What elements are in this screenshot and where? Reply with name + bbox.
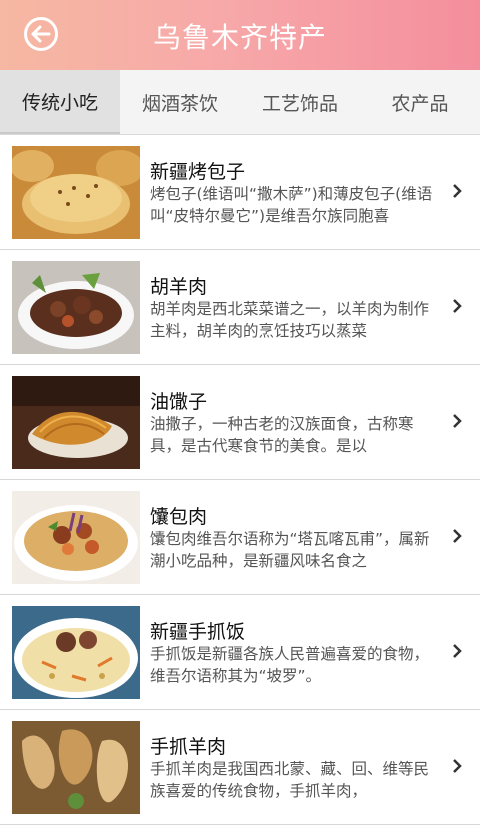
category-tabs: 传统小吃 烟酒茶饮 工艺饰品 农产品: [0, 70, 480, 135]
list-item[interactable]: 馕包肉 馕包肉维吾尔语称为“塔瓦喀瓦甫”，属新潮小吃品种，是新疆风味名食之: [0, 480, 480, 595]
tab-handicrafts[interactable]: 工艺饰品: [240, 70, 360, 134]
title-bar: 乌鲁木齐特产: [0, 0, 480, 70]
item-description: 烤包子(维语叫“撒木萨”)和薄皮包子(维语叫“皮特尔曼它”)是维吾尔族同胞喜: [150, 185, 433, 225]
list-item[interactable]: 新疆烤包子 烤包子(维语叫“撒木萨”)和薄皮包子(维语叫“皮特尔曼它”)是维吾尔…: [0, 135, 480, 250]
pilaf-thumbnail: [12, 606, 140, 699]
chevron-right-icon: [453, 299, 462, 313]
item-title: 油馓子: [150, 391, 208, 413]
mutton-dish-thumbnail: [12, 261, 140, 354]
list-item[interactable]: 新疆手抓饭 手抓饭是新疆各族人民普遍喜爱的食物，维吾尔语称其为“坡罗”。: [0, 595, 480, 710]
page-title: 乌鲁木齐特产: [152, 21, 327, 54]
chevron-right-icon: [453, 644, 462, 658]
fried-dough-thumbnail: [12, 376, 140, 469]
item-description: 油撒子，一种古老的汉族面食，古称寒具，是古代寒食节的美食。是以: [150, 415, 414, 455]
item-title: 新疆烤包子: [150, 161, 246, 183]
tab-traditional-snacks[interactable]: 传统小吃: [0, 70, 120, 134]
item-description: 手抓饭是新疆各族人民普遍喜爱的食物，维吾尔语称其为“坡罗”。: [150, 645, 430, 685]
chevron-right-icon: [453, 759, 462, 773]
product-list: 新疆烤包子 烤包子(维语叫“撒木萨”)和薄皮包子(维语叫“皮特尔曼它”)是维吾尔…: [0, 135, 480, 825]
naan-meat-thumbnail: [12, 491, 140, 584]
item-title: 胡羊肉: [150, 276, 208, 298]
item-description: 手抓羊肉是我国西北蒙、藏、回、维等民族喜爱的传统食物，手抓羊肉，: [150, 760, 430, 800]
chevron-right-icon: [453, 529, 462, 543]
list-item[interactable]: 胡羊肉 胡羊肉是西北菜菜谱之一，以羊肉为制作主料，胡羊肉的烹饪技巧以蒸菜: [0, 250, 480, 365]
hand-mutton-thumbnail: [12, 721, 140, 814]
item-description: 胡羊肉是西北菜菜谱之一，以羊肉为制作主料，胡羊肉的烹饪技巧以蒸菜: [150, 300, 430, 340]
item-title: 手抓羊肉: [150, 736, 227, 758]
item-title: 馕包肉: [150, 506, 208, 528]
chevron-right-icon: [453, 184, 462, 198]
chevron-right-icon: [453, 414, 462, 428]
item-title: 新疆手抓饭: [150, 621, 246, 643]
tab-tobacco-wine-tea[interactable]: 烟酒茶饮: [120, 70, 240, 134]
baked-bun-thumbnail: [12, 146, 140, 239]
item-description: 馕包肉维吾尔语称为“塔瓦喀瓦甫”，属新潮小吃品种，是新疆风味名食之: [150, 530, 430, 570]
list-item[interactable]: 油馓子 油撒子，一种古老的汉族面食，古称寒具，是古代寒食节的美食。是以: [0, 365, 480, 480]
list-item[interactable]: 手抓羊肉 手抓羊肉是我国西北蒙、藏、回、维等民族喜爱的传统食物，手抓羊肉，: [0, 710, 480, 825]
tab-farm-products[interactable]: 农产品: [360, 70, 480, 134]
